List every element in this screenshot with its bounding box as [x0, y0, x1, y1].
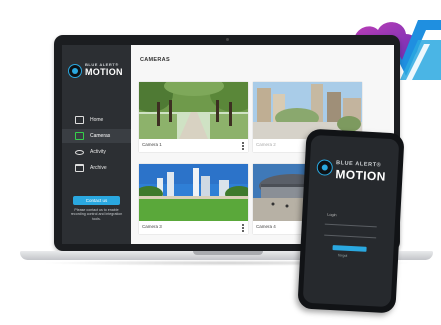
sidebar-item-label: Home: [90, 117, 104, 123]
laptop-camera: [226, 38, 229, 41]
sidebar-item-home[interactable]: Home: [62, 113, 131, 127]
camera-card[interactable]: Camera 3: [139, 164, 248, 234]
camera-name: Camera 2: [256, 142, 276, 147]
eye-icon: [75, 149, 84, 155]
more-options-icon[interactable]: [242, 142, 244, 150]
laptop-notch: [193, 251, 263, 255]
username-field[interactable]: [324, 223, 377, 228]
sidebar-item-label: Activity: [90, 149, 106, 155]
folder-icon: [75, 164, 84, 172]
sidebar-item-label: Cameras: [90, 133, 111, 139]
password-field[interactable]: [324, 234, 377, 239]
sidebar-item-archive[interactable]: Archive: [62, 161, 131, 175]
sidebar-item-label: Archive: [90, 165, 107, 171]
forgot-link[interactable]: forgot: [338, 253, 347, 257]
sidebar-logo: BLUE ALERT® MOTION: [68, 62, 128, 84]
camera-name: Camera 4: [256, 224, 276, 229]
phone-screen: BLUE ALERT® MOTION Login forgot: [302, 134, 400, 308]
page-title: CAMERAS: [140, 57, 170, 63]
login-heading: Login: [327, 212, 337, 218]
sidebar-item-activity[interactable]: Activity: [62, 145, 131, 159]
camera-feed-thumbnail: [139, 82, 248, 139]
logo-wordmark: MOTION: [335, 167, 387, 184]
logo-mark-icon: [68, 64, 82, 78]
camera-name: Camera 3: [142, 224, 162, 229]
sidebar-note: Please contact us to enable recording co…: [70, 208, 123, 221]
sidebar-item-cameras[interactable]: Cameras: [62, 129, 131, 143]
camera-name: Camera 1: [142, 142, 162, 147]
camera-icon: [75, 132, 84, 140]
home-icon: [75, 116, 84, 124]
login-button[interactable]: [332, 245, 367, 252]
camera-feed-thumbnail: [139, 164, 248, 221]
sidebar: BLUE ALERT® MOTION Home Cameras Activity…: [62, 45, 131, 244]
contact-us-button[interactable]: Contact us: [73, 196, 120, 205]
phone-device: BLUE ALERT® MOTION Login forgot: [297, 128, 405, 314]
logo-wordmark: MOTION: [85, 67, 123, 77]
more-options-icon[interactable]: [242, 224, 244, 232]
camera-card[interactable]: Camera 1: [139, 82, 248, 152]
logo-mark-icon: [316, 159, 334, 176]
